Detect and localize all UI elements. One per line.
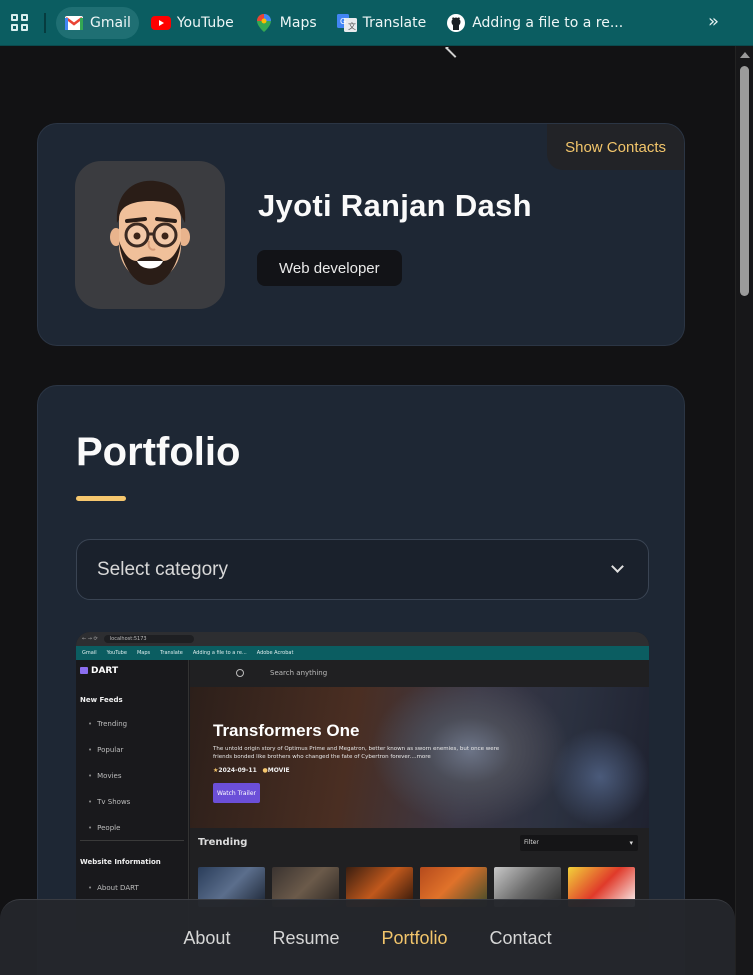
preview-sidebar-item: Trending (88, 720, 127, 728)
profile-role-badge: Web developer (257, 250, 402, 286)
youtube-icon (150, 15, 171, 31)
bookmarks-separator (44, 12, 46, 33)
scroll-up-icon[interactable] (740, 52, 750, 58)
preview-sidebar-heading: New Feeds (80, 696, 123, 704)
preview-main: Search anything Transformers One The unt… (190, 660, 649, 932)
preview-sidebar: DART New Feeds Trending Popular Movies T… (76, 660, 189, 932)
bookmarks-bar: Gmail YouTube Maps G文 Translate Adding a… (0, 0, 753, 46)
show-contacts-button[interactable]: Show Contacts (547, 124, 684, 170)
preview-hero-banner: Transformers One The untold origin story… (190, 687, 649, 828)
preview-sidebar-item: Tv Shows (88, 798, 130, 806)
hero-meta: ★2024-09-11 ●MOVIE (213, 767, 290, 774)
bookmark-label: Adding a file to a re... (472, 14, 624, 31)
hero-description: The untold origin story of Optimus Prime… (213, 746, 500, 760)
scrollbar-thumb[interactable] (740, 66, 749, 296)
nav-contact[interactable]: Contact (490, 928, 552, 975)
preview-sidebar-item: About DART (88, 884, 139, 892)
svg-text:文: 文 (348, 21, 356, 31)
preview-bookmarks-bar: Gmail YouTube Maps Translate Adding a fi… (76, 646, 649, 660)
preview-bookmark: YouTube (106, 650, 127, 656)
hero-date: 2024-09-11 (218, 767, 257, 774)
hero-title: Transformers One (213, 721, 360, 740)
bookmark-gmail[interactable]: Gmail (56, 6, 139, 39)
preview-bookmark: Translate (160, 650, 183, 656)
bookmark-label: Translate (362, 14, 427, 31)
preview-trending-title: Trending (198, 837, 248, 848)
profile-name: Jyoti Ranjan Dash (258, 188, 532, 223)
project-screenshot[interactable]: ← → ⟳ localhost:5173 Gmail YouTube Maps … (76, 632, 649, 932)
github-icon (446, 13, 466, 32)
chevron-icon (445, 47, 465, 58)
maps-icon (254, 13, 274, 32)
bookmark-label: Maps (279, 14, 317, 31)
preview-sidebar-heading: Website Information (80, 858, 161, 866)
nav-portfolio[interactable]: Portfolio (381, 928, 447, 975)
preview-sidebar-item: Movies (88, 772, 121, 780)
avatar (75, 161, 225, 309)
preview-bookmark: Gmail (82, 650, 97, 656)
translate-icon: G文 (336, 13, 357, 32)
preview-sidebar-item: People (88, 824, 120, 832)
page-content: Show Contacts Jyoti Ranjan Dash Web deve… (0, 47, 735, 975)
bottom-navigation: About Resume Portfolio Contact (0, 899, 735, 975)
bookmark-youtube[interactable]: YouTube (143, 7, 242, 39)
more-bookmarks-icon[interactable]: » (708, 11, 719, 32)
preview-bookmark: Adding a file to a re... (192, 650, 247, 656)
preview-body: DART New Feeds Trending Popular Movies T… (76, 660, 649, 932)
search-icon (236, 669, 244, 677)
select-placeholder: Select category (97, 558, 228, 580)
preview-filter: Filter (520, 835, 638, 851)
profile-card: Show Contacts Jyoti Ranjan Dash Web deve… (37, 123, 685, 346)
preview-search-text: Search anything (270, 669, 328, 677)
nav-resume[interactable]: Resume (272, 928, 339, 975)
preview-bookmark: Maps (136, 650, 151, 656)
gmail-icon (64, 15, 84, 31)
bookmark-label: YouTube (176, 14, 234, 31)
page-title: Portfolio (76, 430, 241, 474)
preview-nav-icons: ← → ⟳ (82, 636, 98, 642)
preview-logo: DART (80, 666, 118, 676)
bookmark-translate[interactable]: G文 Translate (329, 7, 435, 39)
preview-sidebar-item: Popular (88, 746, 123, 754)
bookmark-label: Gmail (90, 14, 131, 31)
apps-grid-icon[interactable] (0, 0, 38, 46)
preview-browser-toolbar: ← → ⟳ localhost:5173 (76, 632, 649, 646)
bookmark-github[interactable]: Adding a file to a re... (438, 7, 631, 39)
chevron-down-icon (611, 560, 624, 573)
hero-glow (550, 727, 649, 827)
preview-sidebar-divider (80, 840, 184, 841)
portfolio-card: Portfolio Select category ← → ⟳ localhos… (37, 385, 685, 975)
memoji-avatar-icon (110, 180, 190, 285)
watch-trailer-button: Watch Trailer (213, 783, 260, 803)
nav-about[interactable]: About (183, 928, 230, 975)
hero-type: MOVIE (267, 767, 290, 774)
preview-bookmark: Adobe Acrobat (256, 650, 294, 656)
bookmark-maps[interactable]: Maps (246, 7, 325, 39)
scrollbar[interactable] (735, 46, 753, 975)
svg-text:G: G (340, 17, 346, 26)
category-select[interactable]: Select category (76, 539, 649, 600)
title-underline (76, 496, 126, 501)
preview-url: localhost:5173 (103, 635, 194, 643)
